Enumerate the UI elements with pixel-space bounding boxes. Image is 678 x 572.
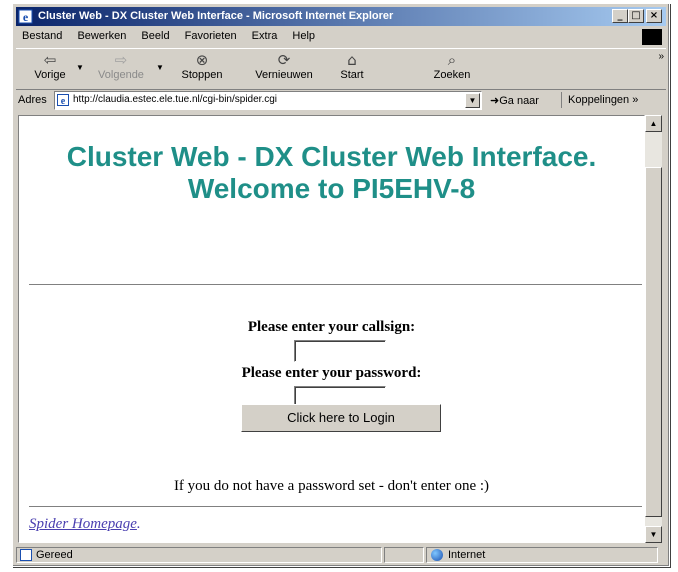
- homepage-link-suffix: .: [136, 516, 141, 532]
- status-text: Gereed: [36, 549, 73, 561]
- stop-button[interactable]: ⊗ Stoppen: [174, 51, 230, 81]
- back-button[interactable]: ⇦ Vorige: [28, 51, 72, 81]
- title-bar[interactable]: e Cluster Web - DX Cluster Web Interface…: [16, 7, 666, 26]
- menu-favorites[interactable]: Favorieten: [179, 28, 243, 42]
- search-label: Zoeken: [433, 69, 471, 81]
- refresh-label: Vernieuwen: [255, 69, 313, 81]
- search-icon: ⌕: [447, 51, 457, 69]
- go-button[interactable]: ➜Ga naar: [490, 94, 539, 107]
- page-content: Cluster Web - DX Cluster Web Interface. …: [18, 115, 645, 543]
- address-input[interactable]: e http://claudia.estec.ele.tue.nl/cgi-bi…: [54, 91, 482, 110]
- menu-bar: Bestand Bewerken Beeld Favorieten Extra …: [16, 28, 666, 46]
- refresh-icon: ⟳: [277, 51, 291, 69]
- go-label: Ga naar: [499, 95, 539, 107]
- svg-text:e: e: [61, 96, 66, 106]
- go-arrow-icon: ➜: [490, 95, 500, 107]
- refresh-button[interactable]: ⟳ Vernieuwen: [246, 51, 322, 81]
- divider-bottom: [29, 506, 642, 508]
- address-bar: Adres e http://claudia.estec.ele.tue.nl/…: [16, 90, 666, 112]
- home-label: Start: [340, 69, 364, 81]
- menu-edit[interactable]: Bewerken: [71, 28, 132, 42]
- home-icon: ⌂: [347, 51, 357, 69]
- address-url: http://claudia.estec.ele.tue.nl/cgi-bin/…: [73, 94, 278, 105]
- scroll-down-icon[interactable]: ▼: [645, 526, 662, 543]
- menu-file[interactable]: Bestand: [16, 28, 68, 42]
- menu-help[interactable]: Help: [286, 28, 321, 42]
- status-page-icon: [20, 549, 32, 561]
- spider-homepage-link[interactable]: Spider Homepage: [29, 516, 137, 532]
- standard-toolbar: ⇦ Vorige ▼ ⇨ Volgende ▼ ⊗ Stoppen ⟳ Vern…: [16, 48, 666, 90]
- menu-view[interactable]: Beeld: [135, 28, 175, 42]
- address-dropdown-icon[interactable]: ▼: [465, 93, 480, 108]
- menu-tools[interactable]: Extra: [246, 28, 284, 42]
- page-heading: Cluster Web - DX Cluster Web Interface. …: [19, 141, 644, 205]
- status-panel-empty-1: [384, 547, 424, 563]
- links-button[interactable]: Koppelingen »: [561, 92, 638, 108]
- callsign-label: Please enter your callsign:: [247, 319, 416, 335]
- windows-logo-icon: [642, 29, 662, 45]
- globe-icon: [431, 549, 443, 561]
- search-button[interactable]: ⌕ Zoeken: [424, 51, 480, 81]
- toolbar-more-icon[interactable]: »: [658, 51, 664, 62]
- svg-text:e: e: [23, 10, 29, 24]
- home-button[interactable]: ⌂ Start: [332, 51, 372, 81]
- stop-label: Stoppen: [181, 69, 223, 81]
- vertical-scrollbar[interactable]: ▲ ▼: [645, 115, 662, 543]
- status-zone: Internet: [448, 549, 486, 561]
- status-bar: Gereed Internet: [16, 546, 666, 564]
- back-arrow-icon: ⇦: [43, 51, 57, 69]
- close-button[interactable]: ×: [646, 9, 662, 23]
- forward-arrow-icon: ⇨: [114, 51, 128, 69]
- divider-top: [29, 284, 642, 286]
- password-label: Please enter your password:: [241, 365, 422, 381]
- browser-window: e Cluster Web - DX Cluster Web Interface…: [12, 3, 670, 567]
- scroll-up-icon[interactable]: ▲: [645, 115, 662, 132]
- heading-line-2: Welcome to PI5EHV-8: [187, 173, 476, 204]
- status-panel-zone: Internet: [426, 547, 658, 563]
- internet-explorer-icon: e: [18, 9, 33, 24]
- maximize-button[interactable]: □: [628, 9, 644, 23]
- address-label: Adres: [18, 94, 47, 106]
- window-title: Cluster Web - DX Cluster Web Interface -…: [38, 10, 394, 22]
- login-button[interactable]: Click here to Login: [241, 404, 441, 432]
- page-icon: e: [57, 94, 69, 106]
- forward-dropdown-icon[interactable]: ▼: [156, 63, 164, 72]
- status-panel-main: Gereed: [16, 547, 382, 563]
- back-dropdown-icon[interactable]: ▼: [76, 63, 84, 72]
- forward-button[interactable]: ⇨ Volgende: [90, 51, 152, 81]
- back-label: Vorige: [34, 69, 66, 81]
- minimize-button[interactable]: _: [612, 9, 628, 23]
- heading-line-1: Cluster Web - DX Cluster Web Interface.: [66, 141, 597, 172]
- callsign-input[interactable]: [294, 340, 386, 362]
- forward-label: Volgende: [98, 69, 144, 81]
- stop-icon: ⊗: [195, 51, 209, 69]
- scrollbar-thumb[interactable]: [645, 167, 662, 517]
- password-note: If you do not have a password set - don'…: [173, 478, 490, 494]
- homepage-link-line: Spider Homepage.: [29, 516, 141, 533]
